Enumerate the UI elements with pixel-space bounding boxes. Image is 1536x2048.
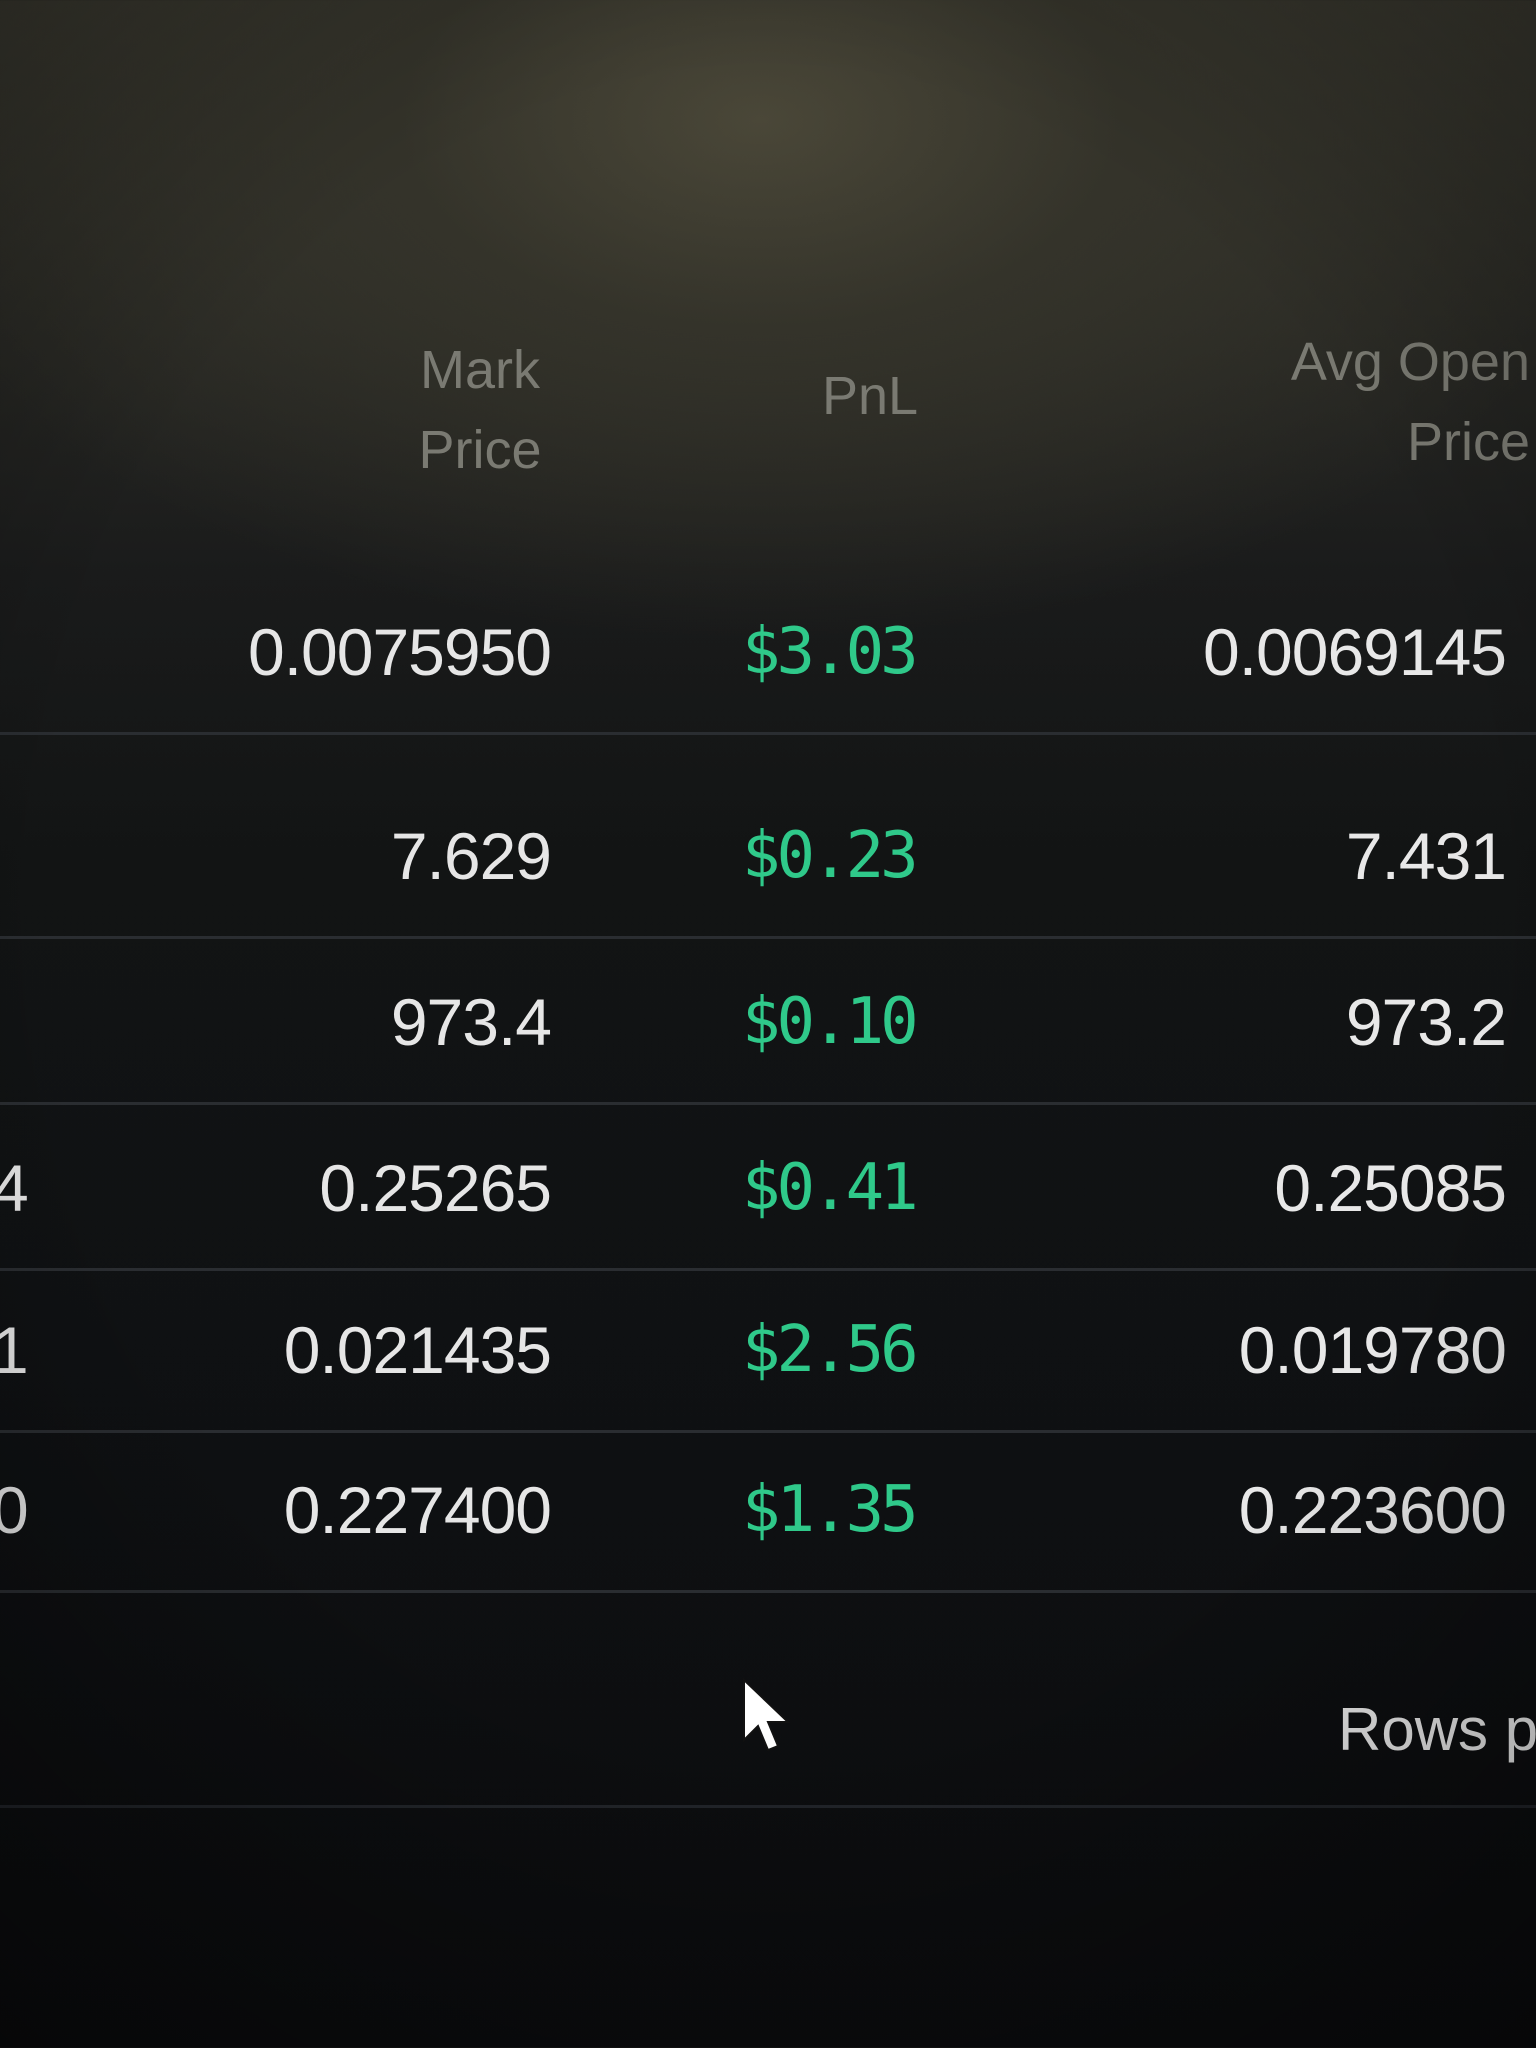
footer-divider	[0, 1805, 1536, 1808]
cell-clipped-left: 4	[0, 1151, 29, 1225]
cell-pnl: $3.03	[742, 615, 919, 689]
positions-table-screen: Mark Price PnL Avg Open Price 0.0075950 …	[0, 0, 1536, 2048]
cell-mark-price: 0.021435	[283, 1313, 552, 1387]
cell-avg-open-price: 7.431	[1345, 819, 1507, 893]
cell-pnl: $1.35	[742, 1473, 919, 1547]
cell-mark-price: 0.0075950	[248, 615, 552, 689]
column-header-mark-price[interactable]: Mark Price	[380, 330, 580, 490]
column-header-avg-open-price-line2: Price	[1406, 412, 1530, 472]
table-row[interactable]: 0.0075950 $3.03 0.0069145	[0, 566, 1536, 735]
table-row[interactable]: 7.629 $0.23 7.431	[0, 770, 1536, 939]
cell-pnl: $2.56	[742, 1313, 919, 1387]
column-header-mark-price-line1: Mark	[420, 340, 540, 400]
cell-mark-price: 7.629	[390, 819, 552, 893]
cell-mark-price: 973.4	[390, 985, 552, 1059]
cell-mark-price: 0.25265	[319, 1151, 552, 1225]
column-header-pnl[interactable]: PnL	[770, 356, 970, 436]
table-row[interactable]: 0 0.227400 $1.35 0.223600	[0, 1424, 1536, 1593]
cell-clipped-left: 1	[0, 1313, 29, 1387]
cell-mark-price: 0.227400	[283, 1473, 552, 1547]
cell-pnl: $0.23	[742, 819, 919, 893]
column-header-pnl-label: PnL	[821, 366, 919, 426]
column-header-avg-open-price-line1: Avg Open	[1290, 332, 1530, 392]
cell-avg-open-price: 0.019780	[1238, 1313, 1507, 1387]
cell-pnl: $0.10	[742, 985, 919, 1059]
cell-avg-open-price: 0.0069145	[1203, 615, 1507, 689]
table-row[interactable]: 1 0.021435 $2.56 0.019780	[0, 1264, 1536, 1433]
column-header-mark-price-line2: Price	[418, 420, 542, 480]
cell-pnl: $0.41	[742, 1151, 919, 1225]
cell-avg-open-price: 0.25085	[1274, 1151, 1507, 1225]
column-header-avg-open-price[interactable]: Avg Open Price	[1230, 322, 1530, 482]
rows-per-page-label[interactable]: Rows p	[1338, 1690, 1536, 1770]
cell-avg-open-price: 0.223600	[1238, 1473, 1507, 1547]
cell-clipped-left: 0	[0, 1473, 29, 1547]
table-row[interactable]: 973.4 $0.10 973.2	[0, 936, 1536, 1105]
mouse-pointer-icon	[743, 1678, 791, 1752]
cell-avg-open-price: 973.2	[1345, 985, 1507, 1059]
table-row[interactable]: 4 0.25265 $0.41 0.25085	[0, 1102, 1536, 1271]
